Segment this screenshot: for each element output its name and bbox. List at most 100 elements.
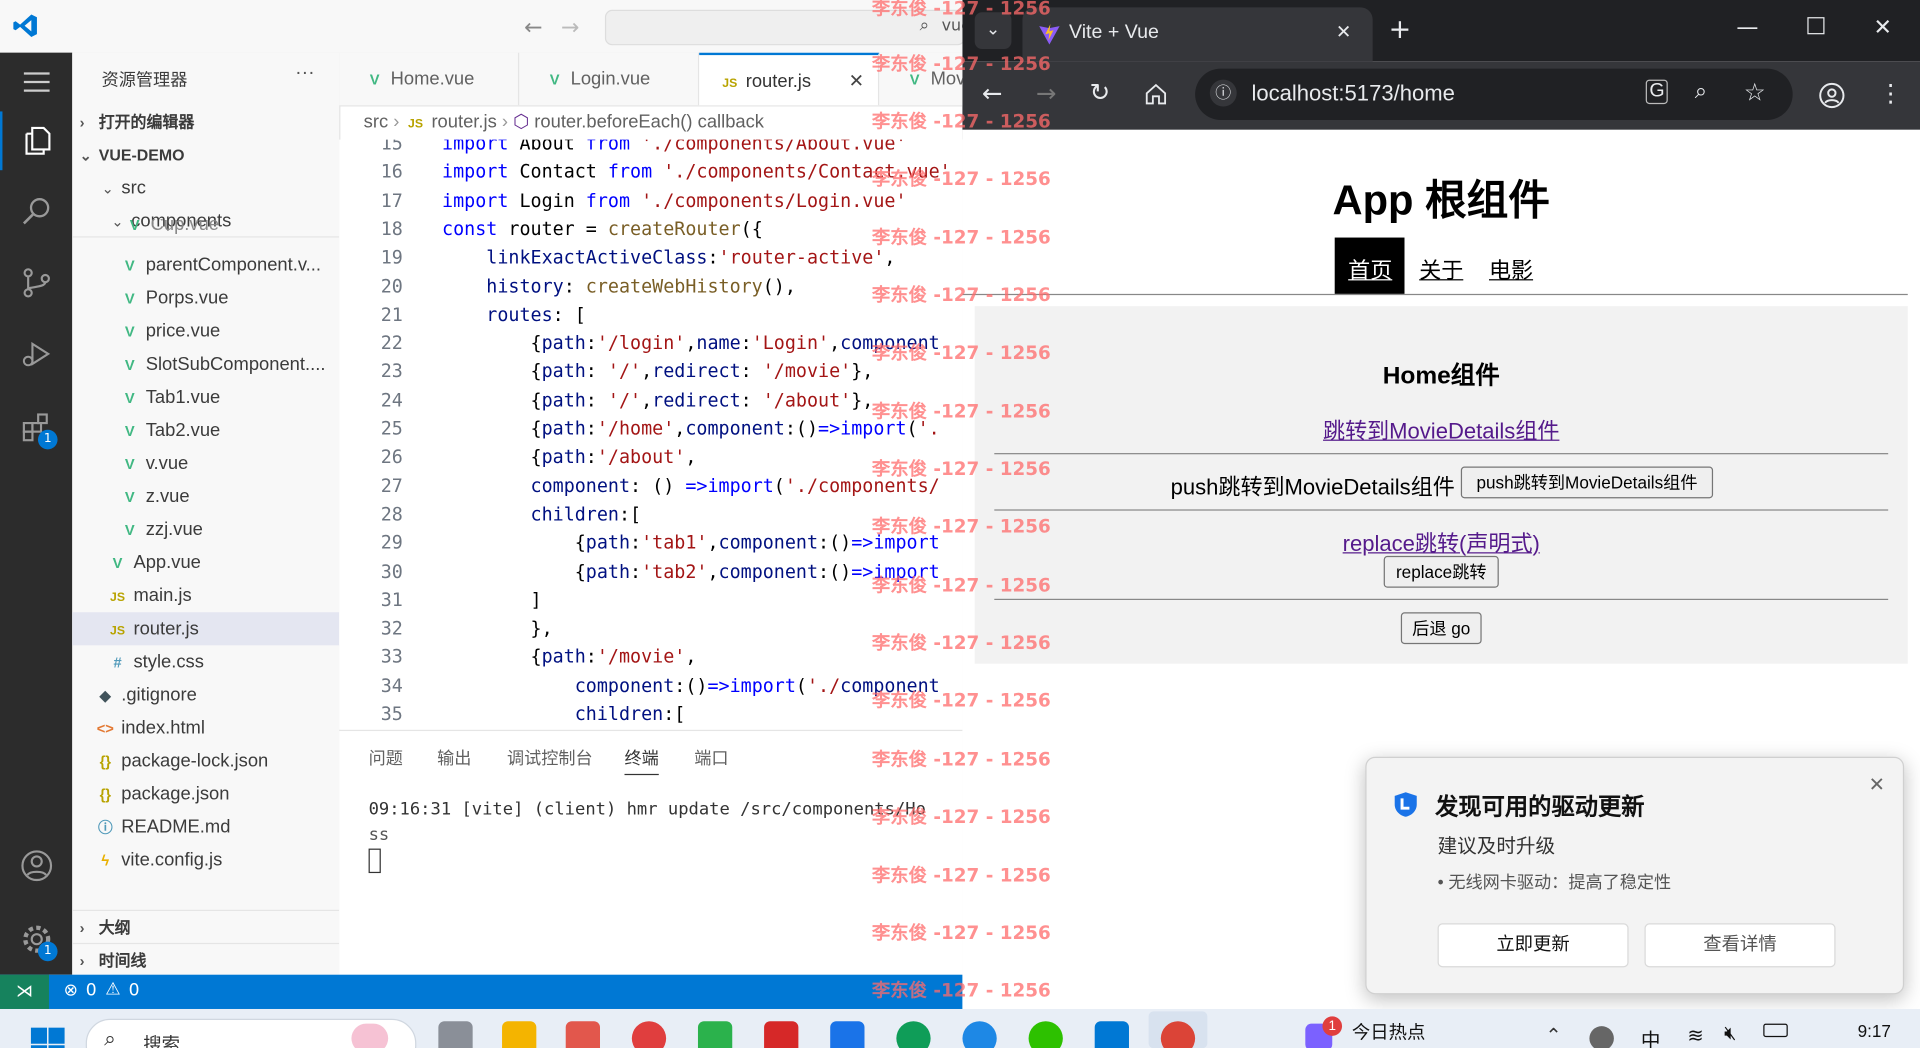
tree-item-tab1[interactable]: V Tab1.vue: [72, 381, 339, 414]
explorer-icon[interactable]: [0, 111, 72, 171]
hot-news-label[interactable]: 今日热点: [1352, 1019, 1425, 1045]
bookmark-star-icon[interactable]: ☆: [1744, 77, 1766, 108]
tree-item-readme[interactable]: ⓘ README.md: [72, 811, 339, 844]
project-section[interactable]: ⌄ VUE-DEMO: [72, 138, 339, 171]
browser-tab-vite-vue[interactable]: Vite + Vue ✕: [1022, 7, 1373, 62]
tree-item-cup[interactable]: V Cup.vue: [72, 219, 339, 236]
tree-item-zzj[interactable]: Vzzj.vue: [72, 513, 339, 546]
ime-indicator[interactable]: 中: [1641, 1024, 1661, 1048]
remote-indicator-icon[interactable]: ⋊: [0, 974, 49, 1009]
replace-button[interactable]: replace跳转: [1383, 555, 1499, 588]
green-app-icon[interactable]: [697, 1021, 733, 1048]
error-icon[interactable]: ⊗: [64, 981, 78, 1001]
code-editor[interactable]: 15 import About from './components/About.…: [339, 139, 963, 730]
panel-tab-debug-console[interactable]: 调试控制台: [507, 746, 593, 770]
netease-music-icon[interactable]: [631, 1021, 667, 1048]
nav-link-about[interactable]: 关于: [1419, 253, 1463, 285]
wechat-icon[interactable]: [1028, 1021, 1063, 1048]
nav-link-movie[interactable]: 电影: [1489, 253, 1533, 285]
push-button[interactable]: push跳转到MovieDetails组件: [1460, 466, 1714, 499]
home-icon[interactable]: [1144, 82, 1168, 106]
breadcrumb-src[interactable]: src: [364, 111, 388, 132]
maximize-icon[interactable]: [1807, 17, 1825, 35]
moviedetails-link[interactable]: 跳转到MovieDetails组件: [1323, 419, 1559, 443]
browser-menu-icon[interactable]: ⋮: [1878, 78, 1902, 107]
more-actions-icon[interactable]: ···: [295, 62, 315, 84]
panel-tab-output[interactable]: 输出: [437, 746, 471, 770]
profile-icon[interactable]: [1817, 81, 1846, 110]
wifi-icon[interactable]: ≋: [1687, 1024, 1703, 1048]
chrome-icon[interactable]: [1160, 1021, 1196, 1048]
extensions-icon[interactable]: 1: [0, 398, 72, 457]
panel-tab-ports[interactable]: 端口: [694, 746, 728, 770]
zoom-icon[interactable]: ⌕: [1695, 78, 1707, 104]
settings-gear-icon[interactable]: 1: [0, 910, 72, 969]
address-bar[interactable]: ⓘ localhost:5173/home G ⌕ ☆: [1195, 68, 1793, 121]
ie-browser-icon[interactable]: [962, 1021, 997, 1048]
tree-item-package-lock[interactable]: {} package-lock.json: [72, 744, 339, 777]
vscode-taskbar-icon[interactable]: [1094, 1021, 1129, 1048]
breadcrumb-file[interactable]: router.js: [431, 111, 496, 132]
file-explorer-icon[interactable]: [502, 1021, 537, 1048]
volume-muted-icon[interactable]: 🔇︎: [1724, 1024, 1736, 1046]
tree-item-package[interactable]: {} package.json: [72, 778, 339, 811]
wps-icon[interactable]: [764, 1021, 799, 1048]
tab-home-vue[interactable]: V Home.vue: [339, 52, 520, 106]
open-editors-section[interactable]: › 打开的编辑器: [72, 105, 339, 138]
breadcrumb-symbol[interactable]: router.beforeEach() callback: [534, 111, 764, 132]
store-icon[interactable]: [565, 1021, 601, 1048]
clock-time[interactable]: 9:17: [1858, 1021, 1891, 1041]
close-notification-icon[interactable]: ✕: [1869, 773, 1885, 797]
close-tab-icon[interactable]: ✕: [1336, 21, 1351, 43]
tree-item-price[interactable]: Vprice.vue: [72, 315, 339, 348]
reload-icon[interactable]: ↻: [1090, 77, 1111, 106]
panel-tab-problems[interactable]: 问题: [369, 746, 403, 770]
run-debug-icon[interactable]: [0, 324, 72, 383]
search-activity-icon[interactable]: [0, 181, 72, 240]
warning-icon[interactable]: ⚠: [105, 980, 120, 1000]
translate-icon[interactable]: G: [1645, 79, 1669, 105]
tree-item-style[interactable]: # style.css: [72, 645, 339, 678]
terminal-output[interactable]: 09:16:31 [vite] (client) hmr update /src…: [368, 797, 926, 874]
tray-chevron-up-icon[interactable]: ⌃: [1545, 1024, 1561, 1048]
source-control-icon[interactable]: [0, 253, 72, 312]
tree-item-z[interactable]: Vz.vue: [72, 480, 339, 513]
tree-item-main[interactable]: JS main.js: [72, 579, 339, 612]
forward-icon[interactable]: →: [1036, 78, 1057, 107]
timeline-section[interactable]: › 时间线: [72, 942, 340, 976]
new-tab-plus-icon[interactable]: +: [1389, 15, 1412, 46]
tree-item-v[interactable]: Vv.vue: [72, 447, 339, 480]
close-window-icon[interactable]: ✕: [1873, 15, 1891, 41]
tab-router-js[interactable]: JS router.js ✕: [699, 52, 880, 106]
tree-item-porps[interactable]: V Porps.vue: [72, 282, 339, 315]
tree-item-gitignore[interactable]: ◆ .gitignore: [72, 678, 339, 711]
tree-item-router[interactable]: JS router.js: [72, 612, 340, 646]
windows-start-icon[interactable]: [29, 1026, 66, 1048]
tree-item-index-html[interactable]: <> index.html: [72, 711, 339, 744]
back-go-button[interactable]: 后退 go: [1400, 612, 1482, 645]
battery-icon[interactable]: [1763, 1023, 1788, 1038]
close-tab-icon[interactable]: ✕: [849, 55, 864, 105]
account-icon[interactable]: [0, 836, 72, 895]
edge-icon[interactable]: [896, 1021, 931, 1048]
tree-item-app[interactable]: V App.vue: [72, 546, 339, 579]
tree-item-slotsubcomponent[interactable]: V SlotSubComponent....: [72, 348, 339, 381]
tree-item-tab2[interactable]: V Tab2.vue: [72, 414, 339, 447]
minimize-icon[interactable]: —: [1736, 15, 1758, 41]
forward-arrow-icon[interactable]: →: [561, 15, 579, 41]
outline-section[interactable]: › 大纲: [72, 909, 340, 943]
tree-item-src[interactable]: ⌄ src: [72, 171, 339, 204]
tray-app-icon[interactable]: [1589, 1026, 1614, 1048]
view-details-button[interactable]: 查看详情: [1644, 923, 1836, 968]
update-now-button[interactable]: 立即更新: [1437, 923, 1629, 968]
nav-link-home[interactable]: 首页: [1348, 253, 1392, 285]
tree-item-vite-config[interactable]: ϟ vite.config.js: [72, 844, 339, 877]
security-app-icon[interactable]: [830, 1021, 865, 1048]
task-view-icon[interactable]: [438, 1021, 473, 1048]
taskbar-search[interactable]: ⌕ 搜索: [85, 1018, 417, 1048]
back-arrow-icon[interactable]: ←: [524, 15, 542, 41]
menu-icon[interactable]: [0, 53, 72, 112]
tab-login-vue[interactable]: V Login.vue: [519, 52, 700, 106]
tree-item-parentcomponent[interactable]: VparentComponent.v...: [72, 249, 339, 282]
panel-tab-terminal[interactable]: 终端: [624, 746, 659, 776]
